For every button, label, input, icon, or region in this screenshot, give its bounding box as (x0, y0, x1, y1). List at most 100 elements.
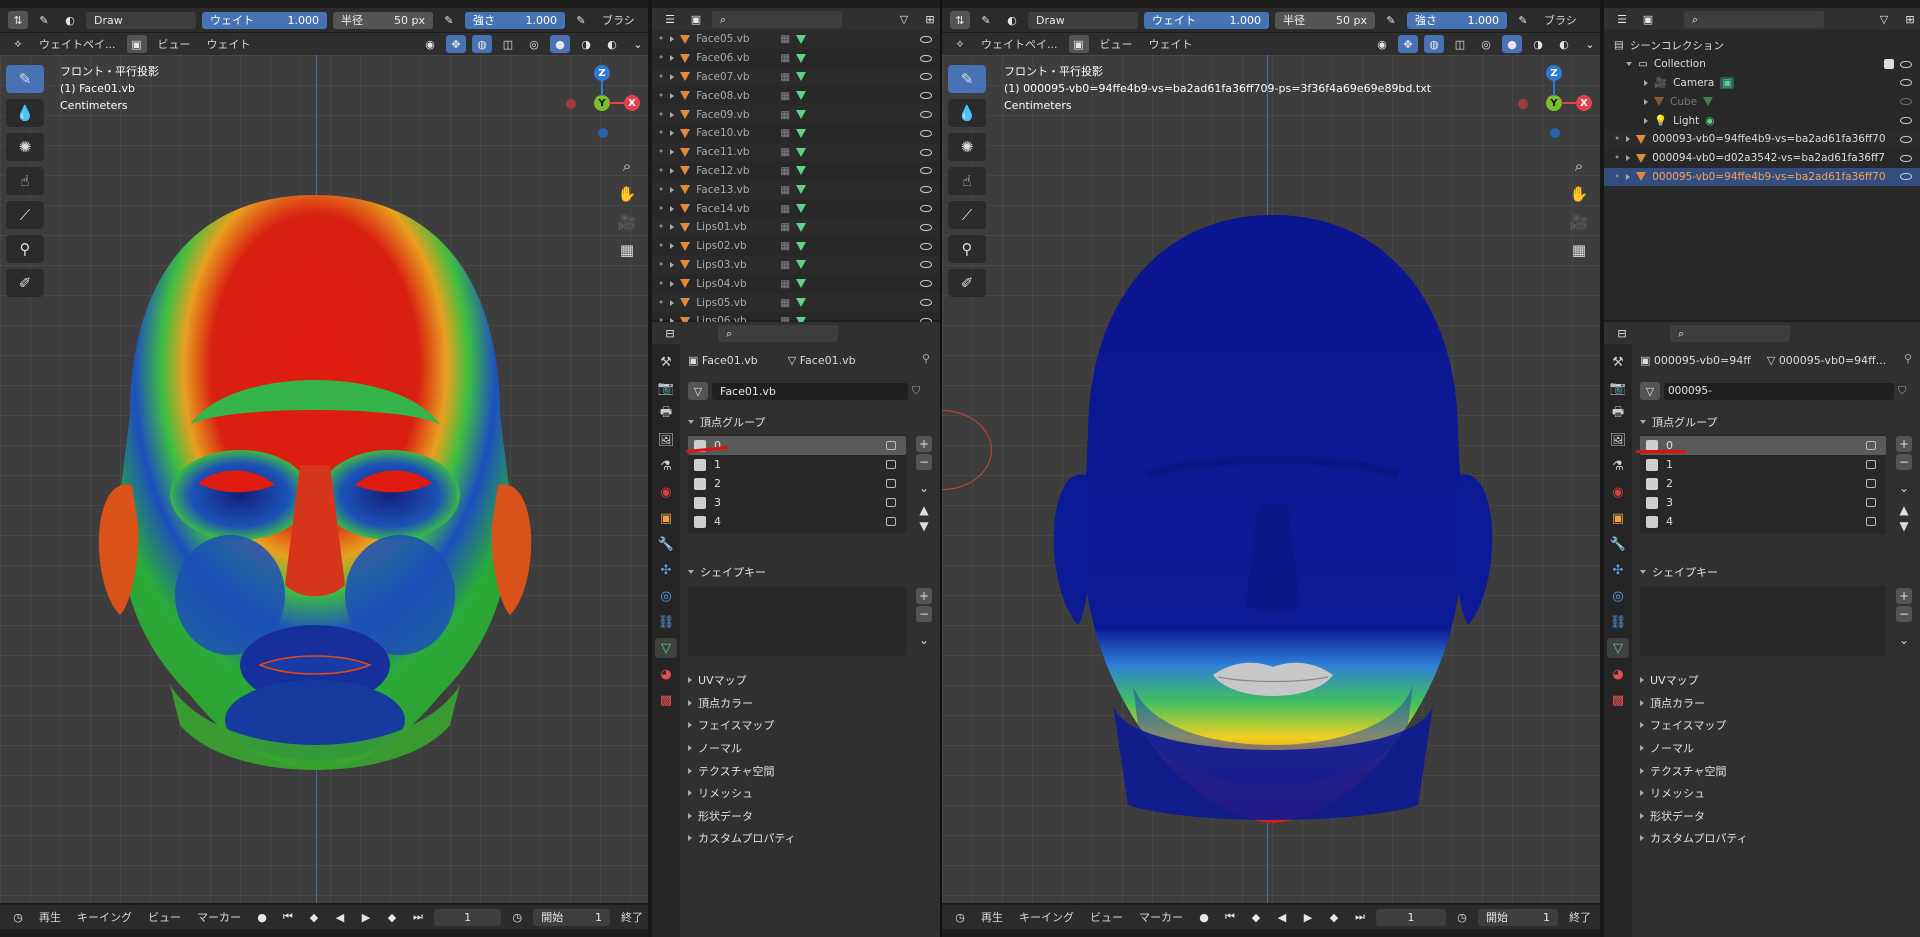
light-row[interactable]: 💡 Light ◉ (1604, 111, 1920, 130)
grid-toggle-icon[interactable]: ▦ (614, 237, 640, 263)
light-data-icon[interactable]: ◉ (1705, 115, 1714, 127)
x-axis-icon[interactable]: X (624, 95, 640, 111)
mesh-data-icon[interactable] (796, 166, 807, 176)
new-collection-icon[interactable]: ⊞ (1900, 10, 1920, 28)
face-map-panel[interactable]: フェイスマップ (1632, 714, 1920, 737)
outliner-search[interactable]: ⌕ (712, 10, 842, 28)
expand-icon[interactable] (670, 92, 675, 99)
vertex-group-item[interactable]: 1 (1640, 455, 1886, 474)
average-tool-icon[interactable]: ✺ (948, 133, 986, 161)
brush-menu[interactable]: ブラシ (597, 12, 640, 28)
object-crumb[interactable]: ▣ Face01.vb (688, 354, 758, 367)
outliner-item[interactable]: • Face11.vb ▦ (652, 142, 940, 162)
eye-icon[interactable] (920, 92, 932, 100)
lock-icon[interactable] (886, 479, 896, 488)
mesh-data-icon[interactable] (796, 279, 807, 289)
expand-icon[interactable] (670, 73, 675, 80)
lock-icon[interactable] (1866, 441, 1876, 450)
editor-type-icon[interactable]: ⇅ (8, 11, 28, 29)
mode-icon[interactable]: ⟡ (950, 35, 970, 53)
play-icon[interactable]: ▶ (1298, 908, 1318, 926)
outliner-item[interactable]: • Lips05.vb ▦ (652, 293, 940, 312)
grid-toggle-icon[interactable]: ▦ (1566, 237, 1592, 263)
particles-tab-icon[interactable]: ✣ (1607, 560, 1629, 580)
current-frame-field[interactable]: 1 (434, 908, 502, 926)
scene-tab-icon[interactable]: ⚗ (655, 456, 677, 476)
vertex-group-item[interactable]: 3 (688, 493, 906, 512)
mesh-data-icon[interactable] (796, 298, 807, 308)
collection-row[interactable]: ▭ Collection (1604, 55, 1920, 74)
play-reverse-icon[interactable]: ◀ (330, 908, 350, 926)
mesh-data-icon[interactable] (796, 34, 807, 44)
face-map-panel[interactable]: フェイスマップ (680, 714, 940, 737)
eye-icon[interactable] (920, 186, 932, 194)
brush-preview-icon[interactable]: ◐ (60, 11, 80, 29)
mesh-name-field[interactable]: 000095-vb0=94ffe4b...3f36f4a9b69e89bd.tx… (1664, 382, 1894, 400)
remesh-panel[interactable]: リメッシュ (1632, 782, 1920, 805)
mesh-browse-icon[interactable]: ▽ (1640, 382, 1660, 400)
playback-menu[interactable]: 再生 (976, 909, 1008, 925)
timeline-editor-icon[interactable]: ◷ (950, 908, 970, 926)
eye-icon[interactable] (1900, 79, 1912, 87)
eye-icon[interactable] (920, 54, 932, 62)
expand-icon[interactable] (670, 261, 675, 268)
texture-space-panel[interactable]: テクスチャ空間 (680, 759, 940, 782)
outliner-editor-icon[interactable]: ☰ (1612, 10, 1632, 28)
vertex-groups-header[interactable]: 頂点グループ (680, 412, 940, 432)
vertex-group-item[interactable]: 4 (1640, 512, 1886, 531)
object-crumb[interactable]: ▣ 000095-vb0=94ff (1640, 354, 1751, 367)
eye-icon[interactable] (920, 205, 932, 213)
move-up-button[interactable]: ▲ (916, 502, 932, 518)
outliner-item[interactable]: • Face09.vb ▦ (652, 105, 940, 124)
gizmo-icon[interactable]: ✥ (1398, 35, 1418, 53)
add-vgroup-button[interactable]: + (916, 436, 932, 452)
gradient-tool-icon[interactable]: ⟋ (948, 201, 986, 229)
eye-icon[interactable] (920, 280, 932, 288)
z-axis-icon[interactable]: Z (594, 65, 610, 81)
expand-icon[interactable] (670, 149, 675, 156)
wireframe-shading-icon[interactable]: ◎ (524, 35, 544, 53)
lock-icon[interactable] (886, 460, 896, 469)
keying-menu[interactable]: キーイング (1014, 909, 1079, 925)
normals-panel[interactable]: ノーマル (680, 737, 940, 760)
physics-tab-icon[interactable]: ◎ (655, 586, 677, 606)
pin-icon[interactable]: ⚲ (922, 352, 930, 365)
start-frame-field[interactable]: 開始 1 (533, 908, 610, 926)
outliner-editor-icon[interactable]: ☰ (660, 10, 680, 28)
uv-map-panel[interactable]: UVマップ (680, 669, 940, 692)
eye-icon[interactable] (920, 111, 932, 119)
render-shading-icon[interactable]: ◐ (1554, 35, 1574, 53)
modifier-tab-icon[interactable]: 🔧 (655, 534, 677, 554)
cube-mesh-icon[interactable] (1703, 97, 1714, 107)
record-icon[interactable]: ● (252, 908, 272, 926)
view-layer-tab-icon[interactable]: 🖼 (655, 430, 677, 450)
overlay-icon[interactable]: ◍ (1424, 35, 1444, 53)
outliner-item[interactable]: • Lips02.vb ▦ (652, 237, 940, 256)
jump-start-icon[interactable]: ⏮ (278, 908, 298, 926)
outliner-search[interactable]: ⌕ (1684, 10, 1824, 28)
vertex-group-item[interactable]: 2 (1640, 474, 1886, 493)
mesh-data-icon[interactable] (796, 204, 807, 214)
3d-viewport[interactable]: ✎ 💧 ✺ ☝ ⟋ ⚲ ✐ フロント・平行投影 (1) 000095-vb0=9… (942, 55, 1600, 903)
strength-slider[interactable]: 強さ 1.000 (1407, 11, 1507, 29)
timeline-editor-icon[interactable]: ◷ (8, 908, 28, 926)
outliner-item[interactable]: • Face14.vb ▦ (652, 199, 940, 218)
z-axis-icon[interactable]: Z (1546, 65, 1562, 81)
vertex-group-item[interactable]: 2 (688, 474, 906, 493)
tool-tab-icon[interactable]: ⚒ (655, 352, 677, 372)
jump-end-icon[interactable]: ⏭ (1350, 908, 1370, 926)
expand-icon[interactable] (670, 243, 675, 250)
eye-icon[interactable] (1900, 117, 1912, 125)
draw-tool-icon[interactable]: ✎ (6, 65, 44, 93)
outliner-item[interactable]: • Face13.vb ▦ (652, 180, 940, 200)
next-key-icon[interactable]: ◆ (1324, 908, 1344, 926)
mesh-name-field[interactable]: Face01.vb (712, 382, 908, 400)
strength-slider[interactable]: 強さ 1.000 (465, 11, 565, 29)
mode-icon[interactable]: ⟡ (8, 35, 28, 53)
playback-menu[interactable]: 再生 (34, 909, 66, 925)
material-shading-icon[interactable]: ◑ (1528, 35, 1548, 53)
filter-icon[interactable]: ▽ (894, 10, 914, 28)
radius-slider[interactable]: 半径 50 px (333, 11, 433, 29)
shape-keys-header[interactable]: シェイプキー (1632, 562, 1920, 582)
weight-menu[interactable]: ウェイト (1144, 36, 1198, 52)
